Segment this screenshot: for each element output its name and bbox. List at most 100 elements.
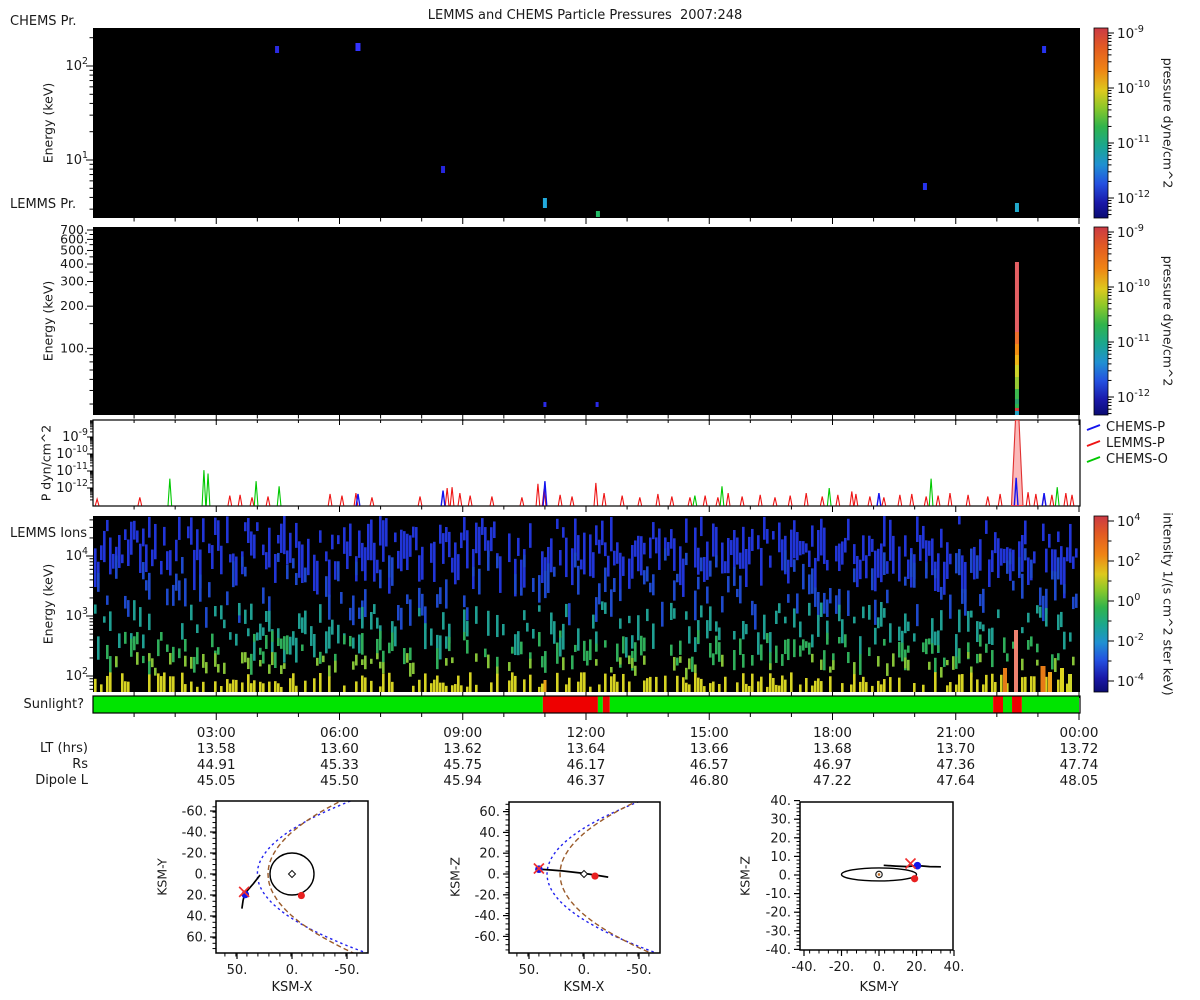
svg-text:21:00: 21:00 (936, 725, 975, 741)
svg-text:10-4: 10-4 (1117, 672, 1144, 690)
svg-text:50.: 50. (519, 963, 540, 978)
svg-text:100.: 100. (60, 340, 88, 355)
ions-feature (1040, 666, 1046, 692)
svg-text:10-12: 10-12 (56, 478, 88, 496)
chart-canvas: 102101700.600.500.400.300.200.100.10-910… (56, 24, 1150, 978)
svg-text:104: 104 (66, 546, 89, 564)
svg-text:60.: 60. (186, 931, 207, 946)
svg-text:13.62: 13.62 (443, 741, 482, 757)
svg-text:13.64: 13.64 (567, 741, 606, 757)
svg-text:47.64: 47.64 (936, 773, 975, 789)
saturn-marker (287, 869, 297, 879)
svg-text:47.74: 47.74 (1060, 757, 1099, 773)
svg-text:13.72: 13.72 (1060, 741, 1099, 757)
svg-text:46.80: 46.80 (690, 773, 729, 789)
event-stripe-segment (1014, 411, 1019, 415)
boundary-curve (546, 802, 654, 953)
svg-text:102: 102 (66, 666, 89, 684)
svg-text:45.75: 45.75 (443, 757, 482, 773)
ions-feature (543, 680, 547, 692)
svg-text:20.: 20. (906, 960, 927, 975)
svg-text:0.: 0. (195, 868, 207, 883)
svg-text:40.: 40. (186, 910, 207, 925)
svg-text:-10.: -10. (766, 887, 791, 902)
figure-root: LEMMS and CHEMS Particle Pressures 2007:… (0, 0, 1200, 1000)
sunlight-segment-off (993, 696, 1003, 713)
svg-text:13.60: 13.60 (320, 741, 359, 757)
orbit-plot-3: -40. -20. 0. 20. 40. 40. 30. 20. 10. 0. -10. -20. -3… (766, 794, 965, 975)
event-stripe-segment (1014, 408, 1019, 411)
svg-text:-20.: -20. (475, 888, 500, 903)
svg-text:-20.: -20. (766, 906, 791, 921)
ions-feature (1060, 668, 1064, 692)
orbit-plot-2: 50. 0. -50. 60. 40. 20. 0. -20. -40. -60. (475, 801, 661, 978)
moon-marker (297, 891, 305, 900)
svg-text:13.68: 13.68 (813, 741, 852, 757)
svg-text:40.: 40. (770, 794, 791, 809)
ions-feature (1003, 668, 1007, 692)
y-axes: 102101700.600.500.400.300.200.100.10-910… (56, 37, 93, 690)
svg-text:45.05: 45.05 (197, 773, 236, 789)
colorbars: 10-9 10-10 10-11 10-12 10-9 10-10 10-11 10-12 10… (1093, 24, 1150, 693)
data-point (275, 46, 280, 53)
ions-feature (1068, 674, 1072, 692)
svg-text:13.70: 13.70 (936, 741, 975, 757)
svg-text:0.: 0. (578, 963, 590, 978)
panel-lemms (93, 227, 1080, 415)
svg-text:13.66: 13.66 (690, 741, 729, 757)
svg-text:-50.: -50. (626, 963, 651, 978)
data-point (595, 211, 600, 217)
svg-text:103: 103 (66, 606, 89, 624)
data-point (922, 183, 927, 190)
panel-backgrounds (92, 28, 1081, 692)
sunlight-segment-off (1012, 696, 1022, 713)
sunlight-segment-off (542, 696, 598, 713)
ions-feature (1014, 630, 1018, 692)
svg-text:-40.: -40. (182, 826, 207, 841)
svg-text:46.17: 46.17 (567, 757, 606, 773)
event-stripe-segment (1014, 404, 1019, 408)
svg-text:50.: 50. (227, 963, 248, 978)
svg-text:10-11: 10-11 (1117, 333, 1150, 351)
colorbar-chems (1093, 27, 1109, 219)
svg-text:20.: 20. (770, 831, 791, 846)
svg-text:47.36: 47.36 (936, 757, 975, 773)
colorbar-lemms (1093, 226, 1109, 416)
data-point (355, 43, 361, 51)
svg-text:0.: 0. (873, 960, 885, 975)
moon-marker (911, 875, 919, 883)
svg-text:10-9: 10-9 (1117, 223, 1144, 241)
svg-text:-40.: -40. (791, 960, 816, 975)
data-point (595, 402, 599, 407)
svg-text:45.33: 45.33 (320, 757, 359, 773)
svg-text:-60.: -60. (475, 930, 500, 945)
svg-text:47.22: 47.22 (813, 773, 852, 789)
data-point (543, 402, 547, 407)
moon-marker (591, 872, 599, 880)
svg-text:46.57: 46.57 (690, 757, 729, 773)
svg-text:13.58: 13.58 (197, 741, 236, 757)
svg-text:09:00: 09:00 (443, 725, 482, 741)
event-stripe-segment (1014, 365, 1019, 377)
svg-text:48.05: 48.05 (1060, 773, 1099, 789)
svg-text:60.: 60. (479, 805, 500, 820)
data-point (441, 166, 446, 173)
saturn-marker-dot (877, 873, 881, 876)
svg-text:10-12: 10-12 (1117, 189, 1150, 207)
saturn-marker (579, 869, 589, 879)
svg-text:10-12: 10-12 (1117, 388, 1150, 406)
event-stripe-segment (1014, 344, 1019, 355)
svg-text:-30.: -30. (766, 924, 791, 939)
colorbar-ions (1093, 515, 1109, 693)
sunlight-segment-off (602, 696, 610, 713)
svg-text:10-10: 10-10 (1117, 79, 1150, 97)
svg-text:40.: 40. (479, 826, 500, 841)
svg-text:-50.: -50. (334, 963, 359, 978)
boundary-curve (256, 801, 368, 953)
ions-feature (1048, 672, 1052, 692)
svg-text:300.: 300. (60, 274, 88, 289)
sunlight-segment-on (1021, 696, 1079, 713)
svg-text:200.: 200. (60, 298, 88, 313)
event-stripe-segment (1014, 262, 1019, 332)
sunlight-segment-on (597, 696, 603, 713)
